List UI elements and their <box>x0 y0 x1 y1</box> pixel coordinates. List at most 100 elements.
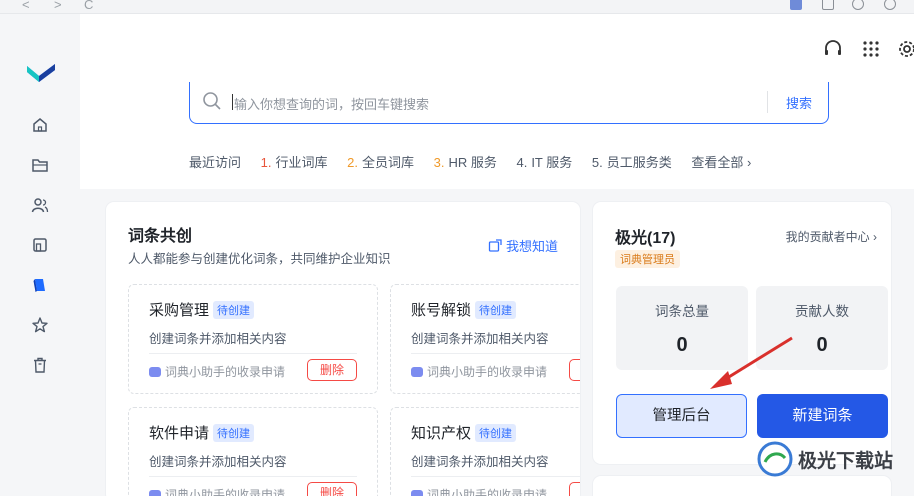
recent-item-label: 员工服务类 <box>606 155 672 170</box>
forward-button[interactable]: > <box>54 0 62 12</box>
term-card[interactable]: 知识产权待创建 创建词条并添加相关内容 词典小助手的收录申请 删除 <box>390 407 580 496</box>
robot-icon <box>149 489 161 496</box>
robot-icon <box>411 489 423 496</box>
delete-button[interactable]: 删除 <box>307 482 357 496</box>
contributor-center-link[interactable]: 我的贡献者中心 › <box>786 228 877 245</box>
term-title: 采购管理 <box>149 302 210 319</box>
delete-button[interactable]: 删除 <box>569 359 580 381</box>
recent-item-number: 4. <box>516 155 528 170</box>
recent-item-3[interactable]: 3. HR 服务 <box>434 155 497 170</box>
window-icon[interactable] <box>822 0 834 10</box>
watermark-text: 极光下载站 <box>798 450 894 472</box>
recent-visits: 最近访问 1. 行业词库 2. 全员词库 3. HR 服务 4. IT 服务 5. 员工服… <box>189 152 767 172</box>
back-button[interactable]: < <box>22 0 30 12</box>
recent-item-1[interactable]: 1. 行业词库 <box>261 155 328 170</box>
recent-item-4[interactable]: 4. IT 服务 <box>516 155 572 170</box>
apps-grid-icon[interactable] <box>860 38 882 60</box>
stat-total-terms: 词条总量 0 <box>616 286 748 370</box>
recent-item-label: IT 服务 <box>531 155 573 170</box>
search-input[interactable]: 输入你想查询的词，按回车键搜索 <box>234 94 429 113</box>
card-divider <box>149 476 357 477</box>
want-to-know-link[interactable]: 我想知道 <box>488 236 558 255</box>
recent-item-label: 行业词库 <box>275 155 328 170</box>
star-icon[interactable] <box>30 315 50 335</box>
watermark-logo-icon <box>757 441 793 477</box>
extension-icon[interactable] <box>790 0 802 10</box>
dictionary-icon[interactable] <box>30 275 50 295</box>
helper-text: 词典小助手的收录申请 <box>165 488 286 496</box>
status-badge: 待创建 <box>213 300 255 319</box>
co-create-panel: 词条共创 人人都能参与创建优化词条，共同维护企业知识 我想知道 采购管理 待创建 … <box>106 202 580 496</box>
suggest-icon <box>488 238 502 252</box>
stat-value: 0 <box>816 334 828 356</box>
folder-icon[interactable] <box>30 155 50 175</box>
card-divider <box>411 476 580 477</box>
card-divider <box>411 353 580 354</box>
trash-icon[interactable] <box>30 355 50 375</box>
stat-label: 词条总量 <box>655 304 709 319</box>
term-title: 账号解锁 <box>411 302 472 319</box>
search-button[interactable]: 搜索 <box>786 93 812 112</box>
admin-console-button[interactable]: 管理后台 <box>616 394 747 438</box>
home-icon[interactable] <box>30 115 50 135</box>
search-box[interactable]: 输入你想查询的词，按回车键搜索 搜索 <box>189 82 829 124</box>
secondary-panel <box>593 476 891 496</box>
main-content: 输入你想查询的词，按回车键搜索 搜索 最近访问 1. 行业词库 2. 全员词库 3.… <box>80 14 914 496</box>
co-create-title: 词条共创 <box>128 228 193 245</box>
view-all-link[interactable]: 查看全部 › <box>691 155 751 170</box>
want-to-know-label: 我想知道 <box>505 239 558 254</box>
sidebar <box>0 14 80 496</box>
reload-button[interactable]: C <box>84 0 93 12</box>
helper-text: 词典小助手的收录申请 <box>427 365 548 379</box>
status-badge: 待创建 <box>213 423 255 442</box>
robot-icon <box>149 366 161 377</box>
robot-icon <box>411 366 423 377</box>
recent-item-label: 全员词库 <box>361 155 414 170</box>
card-divider <box>149 353 357 354</box>
profile-name: 极光(17) <box>615 230 676 247</box>
view-all-label: 查看全部 <box>691 155 744 170</box>
term-card[interactable]: 采购管理 待创建 创建词条并添加相关内容 词典小助手的收录申请 删除 <box>128 284 378 394</box>
term-desc: 创建词条并添加相关内容 <box>149 332 287 346</box>
role-badge: 词典管理员 <box>615 250 680 268</box>
term-title: 软件申请 <box>149 425 210 442</box>
recent-item-number: 2. <box>347 155 358 170</box>
text-caret <box>232 94 233 110</box>
recent-item-2[interactable]: 2. 全员词库 <box>347 155 414 170</box>
contributor-center-label: 我的贡献者中心 <box>785 230 870 244</box>
delete-button[interactable]: 删除 <box>569 482 580 496</box>
recent-item-5[interactable]: 5. 员工服务类 <box>592 155 672 170</box>
search-divider <box>767 91 768 113</box>
settings-icon[interactable] <box>896 38 914 60</box>
helper-text: 词典小助手的收录申请 <box>427 488 548 496</box>
term-desc: 创建词条并添加相关内容 <box>411 455 549 469</box>
chevron-right-icon: › <box>873 230 877 244</box>
app-logo <box>27 64 55 82</box>
stat-value: 0 <box>676 334 688 356</box>
term-desc: 创建词条并添加相关内容 <box>411 332 549 346</box>
term-card[interactable]: 账号解锁待创建 创建词条并添加相关内容 词典小助手的收录申请 删除 <box>390 284 580 394</box>
recent-item-number: 5. <box>591 155 603 170</box>
co-create-subtitle: 人人都能参与创建优化词条，共同维护企业知识 <box>128 252 391 266</box>
term-card[interactable]: 软件申请 待创建 创建词条并添加相关内容 词典小助手的收录申请 删除 <box>128 407 378 496</box>
status-badge: 待创建 <box>475 300 517 319</box>
recent-item-number: 1. <box>260 155 272 170</box>
share-icon[interactable] <box>884 0 896 10</box>
search-icon <box>203 92 221 110</box>
contacts-icon[interactable] <box>30 195 50 215</box>
headset-icon[interactable] <box>822 38 844 60</box>
chevron-right-icon: › <box>747 155 752 170</box>
library-icon[interactable] <box>30 235 50 255</box>
recent-label: 最近访问 <box>189 155 242 170</box>
watermark: 极光下载站 <box>756 440 893 478</box>
new-term-button[interactable]: 新建词条 <box>757 394 888 438</box>
browser-toolbar: < > C <box>0 0 914 14</box>
status-badge: 待创建 <box>475 423 517 442</box>
helper-text: 词典小助手的收录申请 <box>165 365 286 379</box>
recent-item-label: HR 服务 <box>448 155 497 170</box>
stat-contributors: 贡献人数 0 <box>756 286 888 370</box>
delete-button[interactable]: 删除 <box>307 359 357 381</box>
term-title: 知识产权 <box>411 425 472 442</box>
stat-label: 贡献人数 <box>795 304 849 319</box>
link-icon[interactable] <box>852 0 864 10</box>
